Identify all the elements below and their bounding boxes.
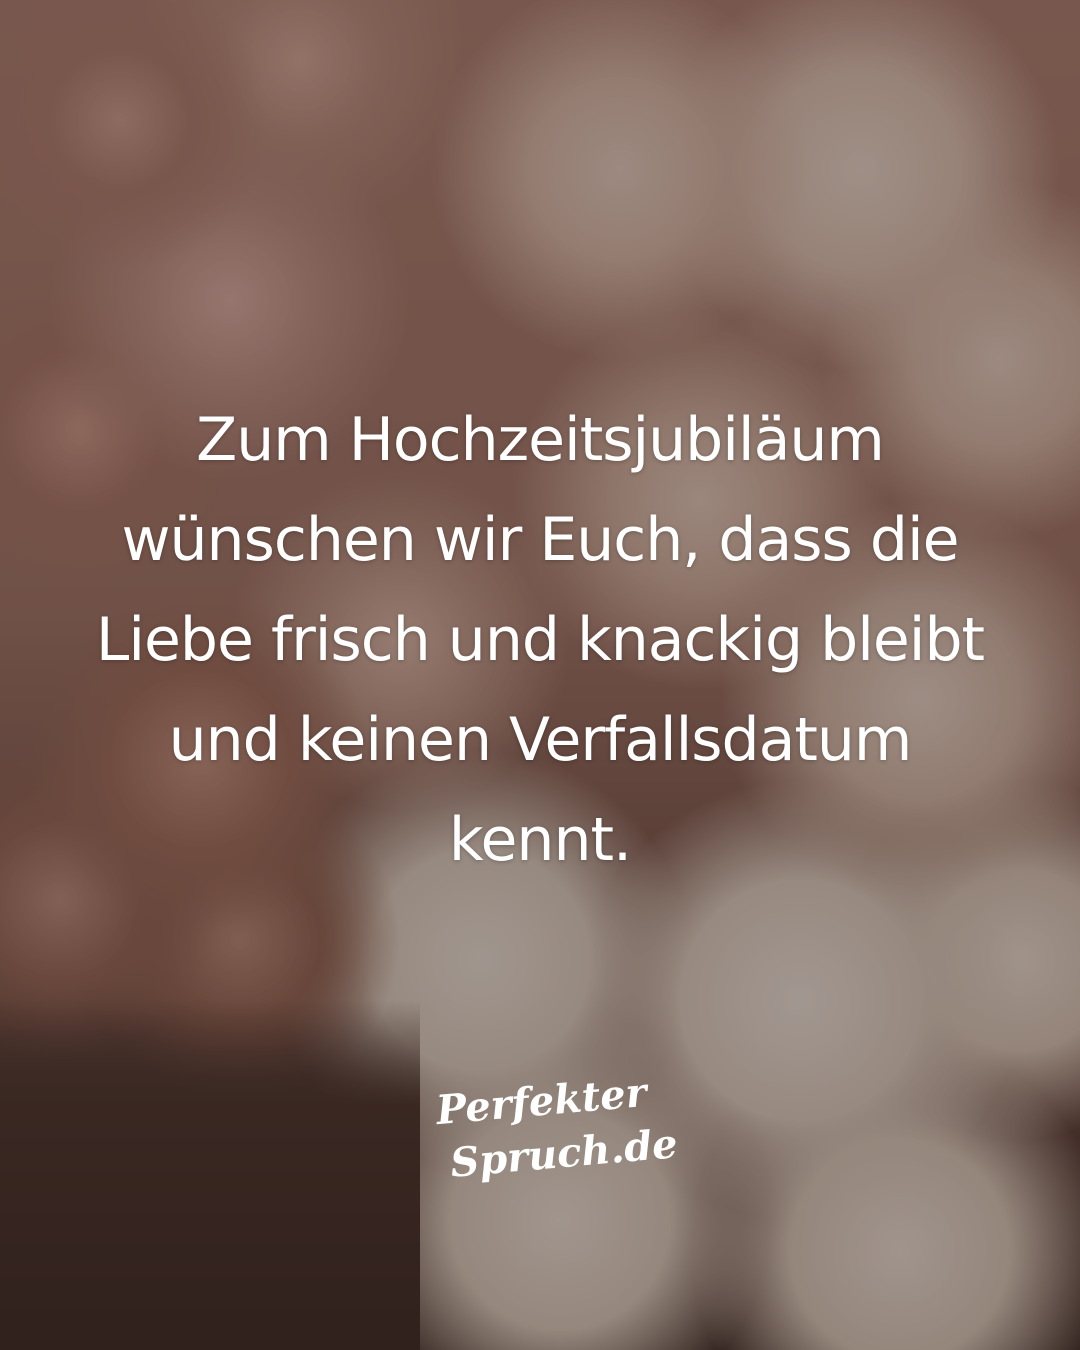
- quote-line: und keinen Verfallsdatum: [168, 705, 913, 775]
- brand-logo: Perfekter Spruch.de: [400, 1069, 680, 1190]
- quote-line: kennt.: [448, 805, 632, 875]
- quote-text: Zum Hochzeitsjubiläum wünschen wir Euch,…: [40, 390, 1040, 890]
- quote-image: Zum Hochzeitsjubiläum wünschen wir Euch,…: [0, 0, 1080, 1350]
- quote-line: wünschen wir Euch, dass die: [121, 505, 959, 575]
- quote-line: Zum Hochzeitsjubiläum: [196, 405, 885, 475]
- quote-line: Liebe frisch und knackig bleibt: [95, 605, 985, 675]
